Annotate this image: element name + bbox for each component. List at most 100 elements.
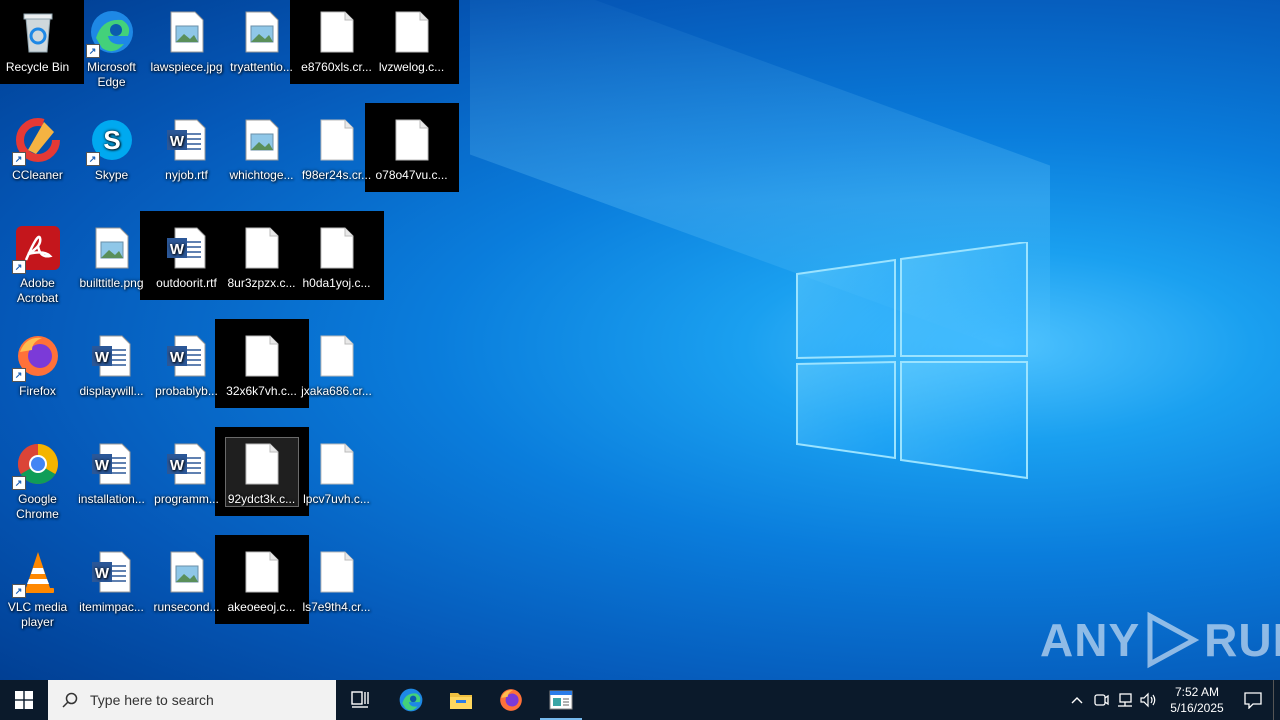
desktop-icon-label: lpcv7uvh.c... [303,492,370,506]
desktop-icon-label: runsecond... [153,600,220,614]
svg-text:W: W [169,241,184,258]
desktop-icon-label: displaywill... [79,384,144,398]
desktop-icon-label: installation... [78,492,145,506]
word-document-icon: W [88,548,136,596]
blank-file-icon [388,116,436,164]
svg-text:W: W [94,349,109,366]
desktop-icon-label: nyjob.rtf [165,168,208,182]
desktop-icon-runsecond[interactable]: runsecond... [149,542,224,628]
desktop-icon-itemimpac[interactable]: W itemimpac... [74,542,149,628]
desktop-icon-label: Skype [94,168,129,182]
blank-file-icon [238,440,286,488]
desktop-icon-label: Microsoft Edge [87,60,136,89]
desktop-icon-skype[interactable]: S ↗ Skype [74,110,149,196]
edge-icon [399,688,423,712]
svg-text:W: W [169,349,184,366]
show-hidden-icons-button[interactable] [1065,680,1089,720]
desktop-icon-label: Google Chrome [16,492,59,521]
search-icon [62,692,78,708]
desktop-icon-recycle-bin[interactable]: Recycle Bin [0,2,75,88]
desktop-icon-ccleaner[interactable]: ↗ CCleaner [0,110,75,196]
desktop-icon-outdoorit[interactable]: W outdoorit.rtf [149,218,224,304]
desktop-icon-edge[interactable]: ↗ Microsoft Edge [74,2,149,89]
taskbar-active-window-button[interactable] [536,680,586,720]
desktop-icon-whichtoge[interactable]: whichtoge... [224,110,299,196]
show-desktop-button[interactable] [1273,680,1280,720]
image-file-icon [88,224,136,272]
taskbar-edge-button[interactable] [386,680,436,720]
desktop-icon-firefox[interactable]: ↗ Firefox [0,326,75,412]
desktop-icon-adobe-acrobat[interactable]: ↗ Adobe Acrobat [0,218,75,305]
task-view-button[interactable] [336,680,386,720]
desktop-icon-92ydct3k[interactable]: 92ydct3k.c... [224,434,299,520]
taskbar: Type here to search 7:52 AM 5/16/2025 [0,680,1280,720]
desktop-icon-o78o47vu[interactable]: o78o47vu.c... [374,110,449,196]
taskbar-clock[interactable]: 7:52 AM 5/16/2025 [1161,684,1233,716]
desktop-icon-label: CCleaner [12,168,63,182]
network-button[interactable] [1113,680,1137,720]
blank-file-icon [313,332,361,380]
svg-text:W: W [169,457,184,474]
desktop-icon-label: f98er24s.cr... [301,168,372,182]
desktop-icon-vlc[interactable]: ↗ VLC media player [0,542,75,629]
notification-icon [1244,692,1262,709]
word-document-icon: W [163,224,211,272]
desktop-icon-lawspiece[interactable]: lawspiece.jpg [149,2,224,88]
desktop-icon-tryattentio[interactable]: tryattentio... [224,2,299,88]
desktop-icon-label: o78o47vu.c... [375,168,448,182]
taskbar-search-box[interactable]: Type here to search [48,680,336,720]
desktop-icon-label: VLC media player [7,600,68,629]
desktop-icon-32x6k7vh[interactable]: 32x6k7vh.c... [224,326,299,412]
desktop-icon-8ur3zpzx[interactable]: 8ur3zpzx.c... [224,218,299,304]
blank-file-icon [313,116,361,164]
desktop-icon-nyjob[interactable]: W nyjob.rtf [149,110,224,196]
desktop-icon-builttitle[interactable]: builttitle.png [74,218,149,304]
firefox-icon: ↗ [11,332,62,382]
word-document-icon: W [163,332,211,380]
clock-date: 5/16/2025 [1170,701,1224,715]
network-icon [1118,693,1132,707]
blank-file-icon [313,548,361,596]
anyrun-watermark: ANY RUN [1040,610,1280,670]
desktop-icon-label: itemimpac... [79,600,144,614]
desktop-icon-lpcv7uvh[interactable]: lpcv7uvh.c... [299,434,374,520]
desktop-icon-google-chrome[interactable]: ↗ Google Chrome [0,434,75,521]
chrome-icon: ↗ [11,440,62,490]
desktop-icon-f98er24s[interactable]: f98er24s.cr... [299,110,374,196]
desktop-icon-displaywill[interactable]: W displaywill... [74,326,149,412]
system-tray: 7:52 AM 5/16/2025 [1065,680,1280,720]
action-center-button[interactable] [1233,680,1273,720]
desktop-icon-ls7e9th4[interactable]: ls7e9th4.cr... [299,542,374,628]
blank-file-icon [238,224,286,272]
desktop-icon-e8760xls[interactable]: e8760xls.cr... [299,2,374,88]
word-document-icon: W [163,440,211,488]
desktop-icon-label: outdoorit.rtf [156,276,217,290]
desktop-icon-lvzwelog[interactable]: lvzwelog.c... [374,2,449,88]
desktop-icon-label: Firefox [19,384,56,398]
vlc-cone-icon: ↗ [11,548,62,598]
windows-start-icon [15,691,33,709]
svg-text:W: W [94,457,109,474]
desktop-icon-installation[interactable]: W installation... [74,434,149,520]
desktop-icon-probablyb[interactable]: W probablyb... [149,326,224,412]
word-document-icon: W [88,440,136,488]
ccleaner-icon: ↗ [11,116,62,166]
desktop-icon-label: Adobe Acrobat [16,276,59,305]
start-button[interactable] [0,680,48,720]
desktop-icon-label: e8760xls.cr... [301,60,372,74]
image-file-icon [238,8,286,56]
svg-text:S: S [103,125,120,155]
desktop-icon-jxaka686[interactable]: jxaka686.cr... [299,326,374,412]
desktop-icon-h0da1yoj[interactable]: h0da1yoj.c... [299,218,374,304]
firefox-icon [500,689,522,711]
desktop-icon-label: programm... [154,492,219,506]
desktop-icon-akeoeeoj[interactable]: akeoeeoj.c... [224,542,299,628]
taskbar-firefox-button[interactable] [486,680,536,720]
word-document-icon: W [88,332,136,380]
taskbar-file-explorer-button[interactable] [436,680,486,720]
desktop-icon-programm[interactable]: W programm... [149,434,224,520]
meet-now-button[interactable] [1089,680,1113,720]
volume-button[interactable] [1137,680,1161,720]
windows-logo-wallpaper [796,242,1028,480]
recycle-bin-icon [14,8,62,56]
